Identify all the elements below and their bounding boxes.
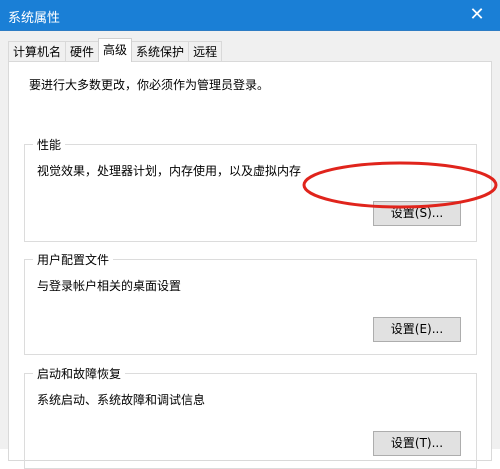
tab-computer-name[interactable]: 计算机名 xyxy=(8,41,67,61)
window-title: 系统属性 xyxy=(8,11,61,26)
close-button[interactable]: ✕ xyxy=(454,0,500,30)
startup-recovery-description: 系统启动、系统故障和调试信息 xyxy=(37,393,206,407)
startup-recovery-group-title: 启动和故障恢复 xyxy=(33,365,126,382)
performance-group-title: 性能 xyxy=(33,136,66,153)
close-icon: ✕ xyxy=(469,4,485,25)
startup-recovery-settings-button[interactable]: 设置(T)... xyxy=(373,431,461,456)
title-bar: 系统属性 ✕ xyxy=(0,0,500,31)
advanced-tab-panel: 要进行大多数更改，你必须作为管理员登录。 性能 视觉效果，处理器计划，内存使用，… xyxy=(8,61,492,469)
startup-recovery-group: 启动和故障恢复 系统启动、系统故障和调试信息 设置(T)... xyxy=(24,365,477,469)
dialog-body: 计算机名 硬件 高级 系统保护 远程 要进行大多数更改，你必须作为管理员登录。 … xyxy=(0,31,500,469)
user-profiles-description: 与登录帐户相关的桌面设置 xyxy=(37,279,182,293)
tab-remote[interactable]: 远程 xyxy=(188,41,223,61)
tab-system-protection[interactable]: 系统保护 xyxy=(131,41,190,61)
tab-hardware[interactable]: 硬件 xyxy=(65,41,100,61)
admin-notice: 要进行大多数更改，你必须作为管理员登录。 xyxy=(29,78,270,92)
tab-strip: 计算机名 硬件 高级 系统保护 远程 xyxy=(8,38,223,62)
performance-group: 性能 视觉效果，处理器计划，内存使用，以及虚拟内存 设置(S)... xyxy=(24,136,477,242)
performance-settings-button[interactable]: 设置(S)... xyxy=(373,201,461,226)
user-profiles-group: 用户配置文件 与登录帐户相关的桌面设置 设置(E)... xyxy=(24,251,477,355)
tab-advanced[interactable]: 高级 xyxy=(98,38,133,62)
user-profiles-settings-button[interactable]: 设置(E)... xyxy=(373,317,461,342)
user-profiles-group-title: 用户配置文件 xyxy=(33,251,114,268)
performance-description: 视觉效果，处理器计划，内存使用，以及虚拟内存 xyxy=(37,164,302,178)
